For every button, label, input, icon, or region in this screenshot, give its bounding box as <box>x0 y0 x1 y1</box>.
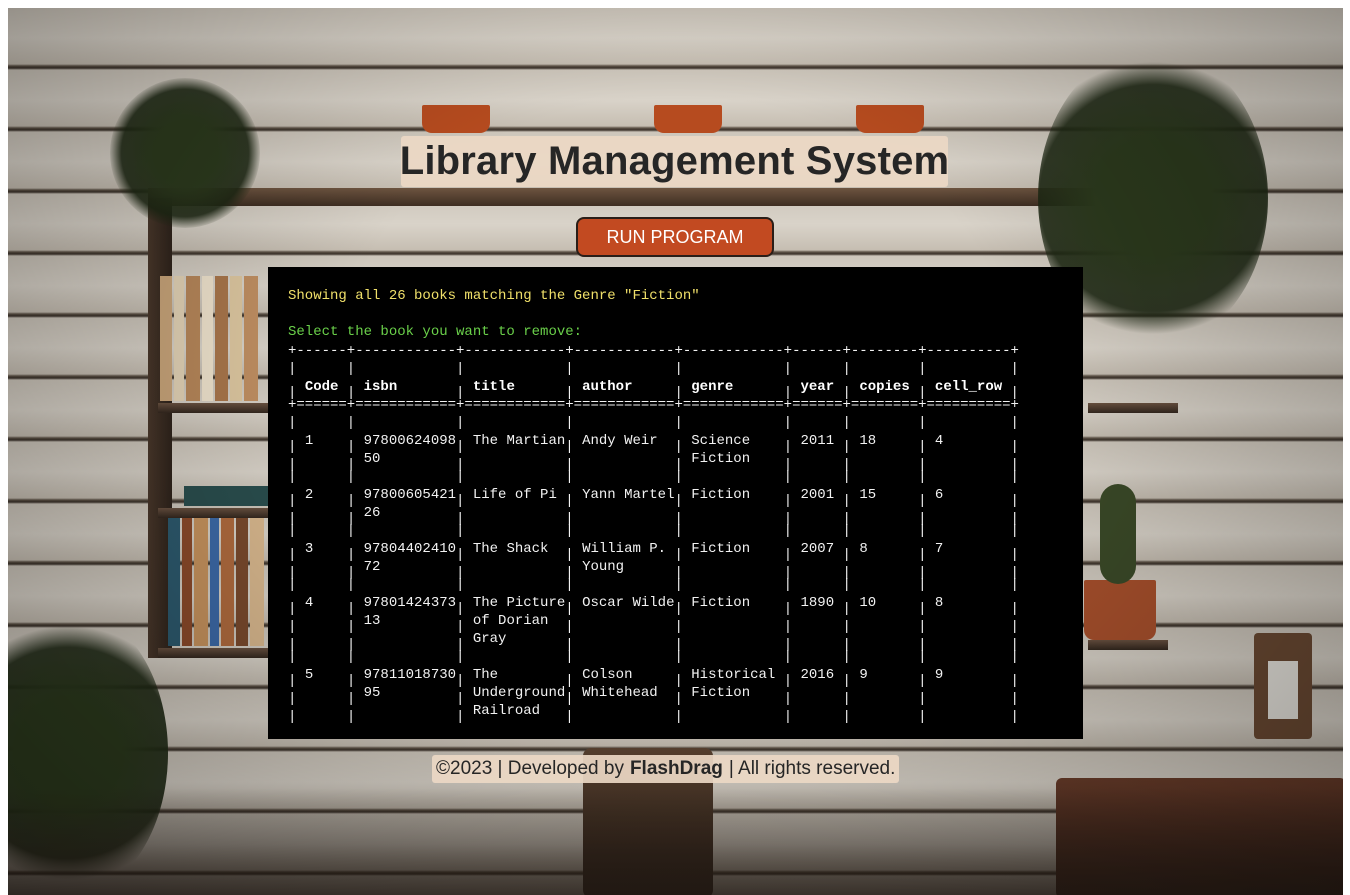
table-row[interactable]: | | 13 | of Dorian | | | | | | <box>288 612 1019 635</box>
table-spacer: | | | | | | | | | <box>288 469 1019 485</box>
table-cell: Oscar Wilde <box>582 595 675 611</box>
footer-rights: | All rights reserved. <box>728 758 896 779</box>
table-row[interactable]: | | 72 | | Young | | | | | <box>288 558 1019 581</box>
table-cell: Fiction <box>691 487 751 503</box>
table-row[interactable]: | 4 | 97801424373| The Picture| Oscar Wil… <box>288 594 1019 617</box>
table-row[interactable]: | | 50 | | | Fiction | | | | <box>288 450 1019 473</box>
table-cell: Life of Pi <box>472 487 557 503</box>
table-cell: 7 <box>934 541 944 557</box>
table-cell: 97801424373 <box>363 595 457 611</box>
table-cell: Whitehead <box>582 685 658 701</box>
table-cell: 95 <box>363 685 381 701</box>
table-cell: 97804402410 <box>363 541 457 557</box>
table-spacer: | | | | | | | | | <box>288 415 1019 431</box>
table-cell: 13 <box>363 613 381 629</box>
table-spacer: | | | | | | | | | <box>288 649 1019 665</box>
table-cell: Yann Martel <box>582 487 675 503</box>
table-cell: 72 <box>363 559 381 575</box>
table-row[interactable]: | | | Gray | | | | | | <box>288 630 1019 653</box>
table-row[interactable]: | | | Railroad | | | | | | <box>288 702 1019 725</box>
table-spacer: | | | | | | | | | <box>288 523 1019 539</box>
table-cell: Andy Weir <box>582 433 658 449</box>
table-cell: 15 <box>859 487 877 503</box>
title-banner: Library Management System <box>399 136 950 187</box>
table-cell: Gray <box>472 631 507 647</box>
table-cell: 1890 <box>800 595 835 611</box>
remove-prompt: Select the book you want to remove: <box>288 324 583 340</box>
page-title: Library Management System <box>399 139 950 183</box>
table-cell: 9 <box>934 667 944 683</box>
table-row[interactable]: | | 95 | Underground| Whitehead | Fiction |… <box>288 684 1019 707</box>
table-cell: The Picture <box>472 595 566 611</box>
table-row[interactable]: | 2 | 97800605421| Life of Pi | Yann Marte… <box>288 486 1019 509</box>
column-header-year: year <box>800 379 835 395</box>
table-cell: The Martian <box>472 433 566 449</box>
table-row[interactable]: | 5 | 97811018730| The | Colson | Historica… <box>288 666 1019 689</box>
table-cell: Historical <box>691 667 776 683</box>
table-cell: 18 <box>859 433 877 449</box>
table-cell: 2011 <box>800 433 835 449</box>
column-header-genre: genre <box>691 379 734 395</box>
books-table: +------+------------+------------+------… <box>288 342 1019 725</box>
column-header-author: author <box>582 379 633 395</box>
table-cell: Fiction <box>691 541 751 557</box>
table-cell: Railroad <box>472 703 541 719</box>
terminal-output[interactable]: Showing all 26 books matching the Genre … <box>268 267 1083 739</box>
table-cell: 8 <box>859 541 868 557</box>
table-border: +------+------------+------------+------… <box>288 343 1019 359</box>
table-cell: 3 <box>304 541 314 557</box>
table-cell: 5 <box>304 667 314 683</box>
table-cell: 8 <box>934 595 944 611</box>
result-message: Showing all 26 books matching the Genre … <box>288 288 700 304</box>
table-spacer: | | | | | | | | | <box>288 577 1019 593</box>
table-cell: 6 <box>934 487 944 503</box>
table-cell: 50 <box>363 451 381 467</box>
table-cell: 1 <box>304 433 314 449</box>
table-cell: 26 <box>363 505 381 521</box>
table-header-row: | Code | isbn | title | author | genre | year… <box>288 379 1019 401</box>
footer: ©2023 | Developed by FlashDrag | All rig… <box>432 755 900 783</box>
table-cell: Underground <box>472 685 566 701</box>
table-cell: 2016 <box>800 667 835 683</box>
table-cell: 97811018730 <box>363 667 457 683</box>
table-row[interactable]: | | 26 | | | | | | | <box>288 504 1019 527</box>
table-cell: Fiction <box>691 685 751 701</box>
table-cell: 10 <box>859 595 877 611</box>
column-header-copies: copies <box>859 379 910 395</box>
table-cell: The <box>472 667 499 683</box>
table-cell: 2001 <box>800 487 835 503</box>
table-cell: Young <box>582 559 625 575</box>
table-cell: Science <box>691 433 751 449</box>
footer-copyright: ©2023 | Developed by <box>436 758 624 779</box>
footer-brand: FlashDrag <box>629 758 723 779</box>
table-row[interactable]: | 3 | 97804402410| The Shack | William P. |… <box>288 540 1019 563</box>
table-cell: 97800624098 <box>363 433 457 449</box>
table-cell: 9 <box>859 667 868 683</box>
table-spacer: | | | | | | | | | <box>288 361 1019 377</box>
table-cell: Colson <box>582 667 633 683</box>
table-cell: Fiction <box>691 595 751 611</box>
column-header-title: title <box>472 379 515 395</box>
table-row[interactable]: | 1 | 97800624098| The Martian| Andy Weir… <box>288 432 1019 455</box>
run-program-button[interactable]: RUN PROGRAM <box>576 217 774 257</box>
table-cell: of Dorian <box>472 613 549 629</box>
table-cell: William P. <box>582 541 667 557</box>
column-header-cell_row: cell_row <box>934 379 1003 395</box>
table-cell: 97800605421 <box>363 487 457 503</box>
column-header-Code: Code <box>304 379 339 395</box>
table-cell: 2 <box>304 487 314 503</box>
table-cell: 4 <box>934 433 944 449</box>
column-header-isbn: isbn <box>363 379 398 395</box>
table-cell: Fiction <box>691 451 751 467</box>
table-cell: The Shack <box>472 541 549 557</box>
table-cell: 4 <box>304 595 314 611</box>
table-header-border: +======+============+============+======… <box>288 397 1019 413</box>
table-cell: 2007 <box>800 541 835 557</box>
